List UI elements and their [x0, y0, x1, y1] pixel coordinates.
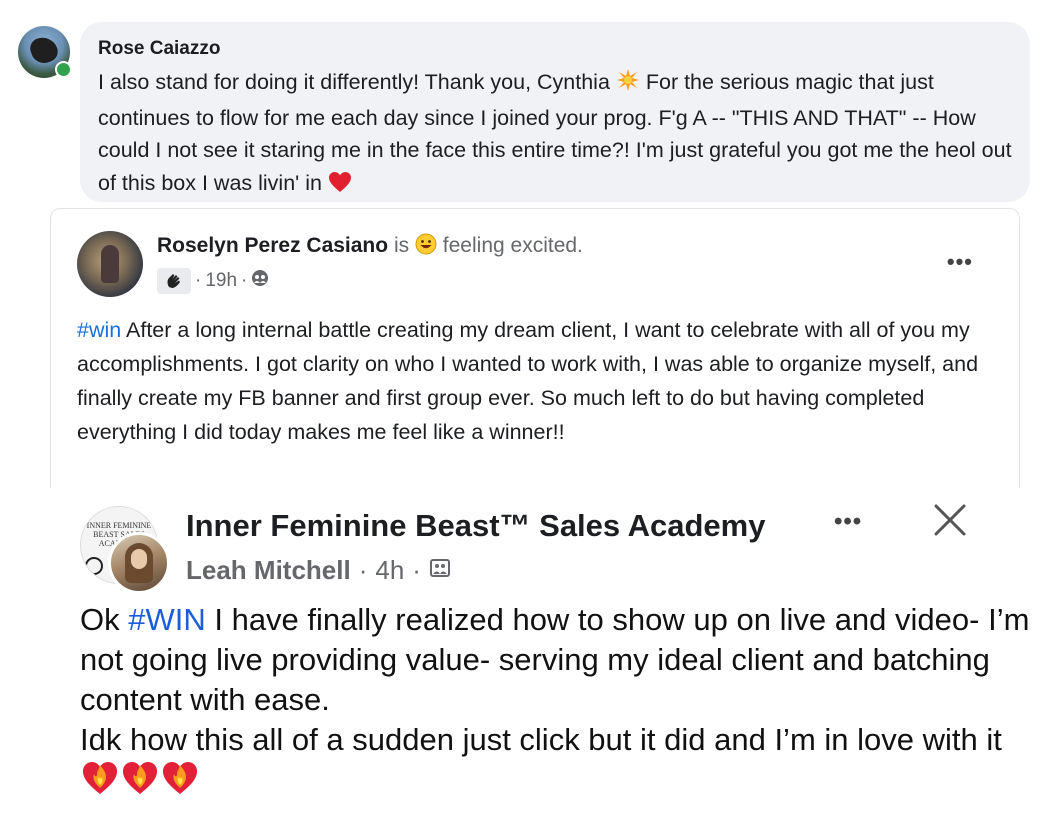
card-body-text-1: I have finally realized how to show up o…: [80, 602, 1030, 717]
card-author[interactable]: Leah Mitchell: [186, 555, 351, 586]
sparkle-burst-icon: [616, 68, 640, 102]
heart-on-fire-icon: [160, 760, 200, 806]
group-name[interactable]: Inner Feminine Beast™ Sales Academy: [186, 508, 765, 544]
post-header: Roselyn Perez Casiano is feeling excited…: [157, 233, 583, 261]
post-more-options-icon[interactable]: •••: [947, 249, 973, 275]
group-post-card: INNER FEMININE BEAST SALES ACADEMY Inner…: [0, 488, 1042, 834]
heart-on-fire-icon: [80, 760, 120, 806]
online-status-dot: [55, 61, 72, 78]
group-audience-icon: [429, 555, 451, 586]
post-hashtag[interactable]: #win: [77, 318, 121, 342]
meta-separator-2: ·: [241, 270, 248, 291]
comment-text-part-1: I also stand for doing it differently! T…: [98, 70, 616, 94]
post-body-text: After a long internal battle creating my…: [77, 318, 979, 444]
meta-separator: ·: [195, 270, 202, 291]
card-body-line-2: Idk how this all of a sudden just click …: [80, 720, 1030, 806]
group-audience-icon: [251, 269, 269, 293]
card-hashtag[interactable]: #WIN: [128, 602, 206, 637]
card-body-text-2: Idk how this all of a sudden just click …: [80, 722, 1002, 757]
post-body: #win After a long internal battle creati…: [77, 313, 1002, 449]
comment-author[interactable]: Rose Caiazzo: [98, 38, 220, 60]
commenter-avatar[interactable]: [18, 26, 72, 78]
card-meta: Leah Mitchell · 4h ·: [186, 555, 451, 586]
card-body: Ok #WIN I have finally realized how to s…: [80, 600, 1030, 806]
feeling-label[interactable]: feeling excited.: [443, 234, 583, 257]
heart-on-fire-icon: [120, 760, 160, 806]
card-meta-separator-2: ·: [412, 555, 421, 585]
card-more-options-icon[interactable]: •••: [834, 508, 862, 536]
comment-section: Rose Caiazzo I also stand for doing it d…: [0, 0, 1042, 206]
is-label: is: [393, 234, 410, 257]
card-time[interactable]: 4h: [375, 555, 404, 586]
waving-hand-badge-icon[interactable]: [157, 268, 191, 294]
leah-avatar[interactable]: [108, 532, 170, 594]
post-card: Roselyn Perez Casiano is feeling excited…: [50, 208, 1020, 489]
card-meta-separator: ·: [358, 555, 368, 585]
post-author[interactable]: Roselyn Perez Casiano: [157, 234, 388, 257]
card-prefix: Ok: [80, 602, 129, 637]
red-heart-icon: [328, 170, 352, 203]
poster-avatar[interactable]: [77, 231, 143, 297]
grinning-face-icon: [415, 233, 437, 261]
comment-bubble: Rose Caiazzo I also stand for doing it d…: [80, 22, 1030, 202]
post-meta: · 19h ·: [157, 267, 269, 295]
card-body-line-1: Ok #WIN I have finally realized how to s…: [80, 600, 1030, 720]
comment-text: I also stand for doing it differently! T…: [98, 66, 1023, 202]
post-time[interactable]: 19h: [205, 270, 237, 292]
close-icon[interactable]: [928, 498, 972, 542]
